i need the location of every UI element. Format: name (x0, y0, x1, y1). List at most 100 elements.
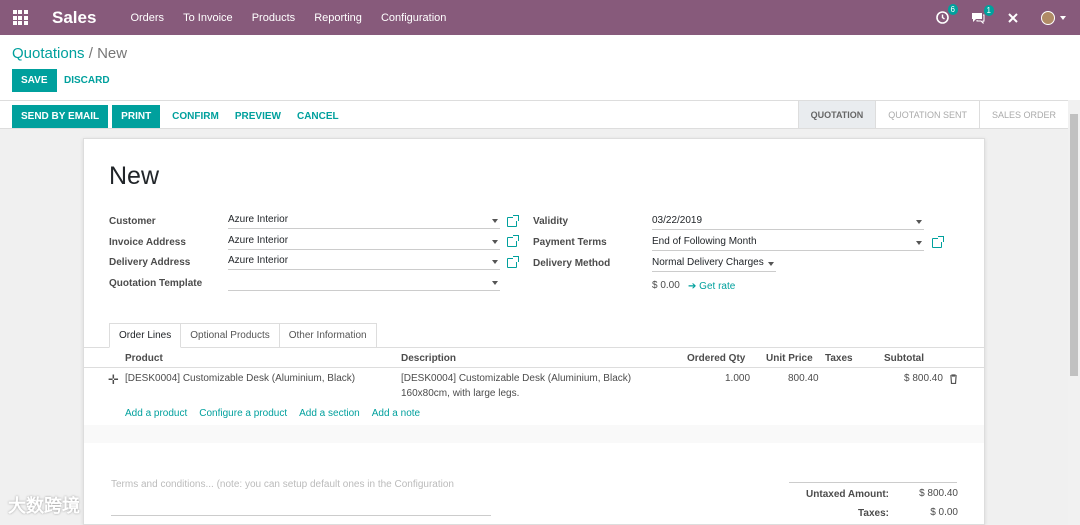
save-button[interactable]: SAVE (12, 69, 57, 92)
col-ordered-qty[interactable]: Ordered Qty (687, 353, 745, 364)
activities-count-badge: 6 (947, 4, 958, 15)
arrow-right-icon: ➔ (688, 281, 700, 292)
customer-field[interactable]: Azure Interior (228, 214, 500, 229)
invoice-address-field[interactable]: Azure Interior (228, 235, 500, 250)
page-scrollbar[interactable] (1068, 100, 1080, 525)
external-link-icon[interactable] (507, 215, 519, 227)
tab-other-information[interactable]: Other Information (279, 323, 377, 348)
form-statusbar: SEND BY EMAIL PRINT CONFIRM PREVIEW CANC… (0, 100, 1068, 129)
activities-button[interactable]: 6 (936, 4, 958, 24)
untaxed-amount-value: $ 800.40 (919, 488, 958, 499)
delivery-address-label: Delivery Address (109, 257, 191, 268)
customer-label: Customer (109, 216, 156, 227)
chat-icon (972, 12, 985, 24)
table-footer (84, 425, 984, 443)
add-product-link[interactable]: Add a product (125, 408, 187, 419)
delivery-method-field[interactable]: Normal Delivery Charges (652, 257, 776, 272)
breadcrumb-separator: / (88, 45, 93, 62)
user-menu[interactable] (1041, 10, 1066, 25)
payment-terms-field[interactable]: End of Following Month (652, 236, 924, 251)
get-rate-label: Get rate (699, 281, 736, 292)
invoice-address-value: Azure Interior (228, 235, 289, 246)
payment-terms-value: End of Following Month (652, 236, 757, 247)
row-unit-price[interactable]: 800.40 (788, 373, 819, 384)
breadcrumb-current: New (97, 45, 128, 62)
col-taxes[interactable]: Taxes (825, 353, 853, 364)
delivery-address-value: Azure Interior (228, 255, 289, 266)
print-button[interactable]: PRINT (112, 105, 161, 128)
chevron-down-icon (492, 281, 498, 285)
send-by-email-button[interactable]: SEND BY EMAIL (12, 105, 109, 128)
discard-button[interactable]: DISCARD (64, 69, 110, 92)
avatar (1041, 10, 1055, 25)
row-product[interactable]: [DESK0004] Customizable Desk (Aluminium,… (125, 373, 355, 384)
terms-underline (111, 515, 491, 516)
validity-value: 03/22/2019 (652, 215, 703, 226)
cancel-button[interactable]: CANCEL (297, 105, 339, 128)
confirm-button[interactable]: CONFIRM (172, 105, 219, 128)
tab-optional-products[interactable]: Optional Products (181, 323, 280, 348)
taxes-value: $ 0.00 (930, 507, 958, 518)
add-section-link[interactable]: Add a section (299, 408, 360, 419)
chevron-down-icon (916, 241, 922, 245)
stage-quotation-sent[interactable]: QUOTATION SENT (875, 101, 979, 128)
col-product[interactable]: Product (125, 353, 163, 364)
get-rate-button[interactable]: ➔ Get rate (688, 281, 735, 292)
trash-icon[interactable] (949, 374, 958, 384)
col-unit-price[interactable]: Unit Price (766, 353, 813, 364)
validity-field[interactable]: 03/22/2019 (652, 215, 924, 230)
preview-button[interactable]: PREVIEW (235, 105, 281, 128)
page-title: New (109, 162, 160, 190)
untaxed-amount-label: Untaxed Amount: (806, 489, 889, 500)
drag-handle-icon[interactable]: ✛ (108, 372, 119, 388)
main-menu: Orders To Invoice Products Reporting Con… (130, 12, 462, 24)
breadcrumb: Quotations / New (12, 45, 127, 62)
menu-orders[interactable]: Orders (130, 12, 164, 24)
top-navbar: Sales Orders To Invoice Products Reporti… (0, 0, 1080, 35)
menu-products[interactable]: Products (252, 12, 295, 24)
navbar-systray: 6 1 (936, 0, 1080, 35)
apps-menu-icon[interactable] (0, 0, 40, 35)
debug-tools-button[interactable] (1007, 12, 1019, 24)
add-note-link[interactable]: Add a note (372, 408, 420, 419)
scrollbar-thumb[interactable] (1070, 114, 1078, 376)
messages-button[interactable]: 1 (971, 4, 994, 24)
row-description-line1[interactable]: [DESK0004] Customizable Desk (Aluminium,… (401, 373, 631, 384)
stage-quotation[interactable]: QUOTATION (797, 101, 876, 128)
col-description[interactable]: Description (401, 353, 456, 364)
row-description-line2[interactable]: 160x80cm, with large legs. (401, 388, 519, 399)
control-panel: Quotations / New SAVE DISCARD (0, 35, 1080, 100)
stage-sales-order[interactable]: SALES ORDER (978, 101, 1068, 128)
tools-icon (1008, 12, 1018, 23)
delivery-method-label: Delivery Method (533, 258, 611, 269)
messages-count-badge: 1 (983, 4, 994, 16)
row-subtotal: $ 800.40 (904, 373, 943, 384)
row-ordered-qty[interactable]: 1.000 (725, 373, 750, 384)
quotation-template-field[interactable] (228, 276, 500, 291)
configure-product-link[interactable]: Configure a product (199, 408, 287, 419)
col-subtotal[interactable]: Subtotal (884, 353, 924, 364)
external-link-icon[interactable] (507, 235, 519, 247)
chevron-down-icon (492, 260, 498, 264)
delivery-price: $ 0.00 (652, 280, 680, 291)
tab-order-lines[interactable]: Order Lines (109, 323, 182, 348)
chevron-down-icon (1060, 15, 1066, 20)
breadcrumb-quotations[interactable]: Quotations (12, 45, 85, 62)
delivery-method-value: Normal Delivery Charges (652, 257, 764, 268)
notebook-tabs: Order Lines Optional Products Other Info… (109, 323, 377, 348)
menu-configuration[interactable]: Configuration (381, 12, 446, 24)
terms-conditions-field[interactable]: Terms and conditions... (note: you can s… (111, 479, 454, 490)
invoice-address-label: Invoice Address (109, 237, 186, 248)
clock-icon (936, 11, 949, 24)
chevron-down-icon (492, 219, 498, 223)
delivery-address-field[interactable]: Azure Interior (228, 255, 500, 270)
app-brand: Sales (52, 7, 97, 27)
external-link-icon[interactable] (932, 236, 944, 248)
menu-to-invoice[interactable]: To Invoice (183, 12, 233, 24)
external-link-icon[interactable] (507, 256, 519, 268)
taxes-label: Taxes: (858, 508, 889, 519)
menu-reporting[interactable]: Reporting (314, 12, 362, 24)
row-actions: Add a product Configure a product Add a … (125, 408, 420, 419)
quotation-template-label: Quotation Template (109, 278, 203, 289)
chevron-down-icon (492, 240, 498, 244)
